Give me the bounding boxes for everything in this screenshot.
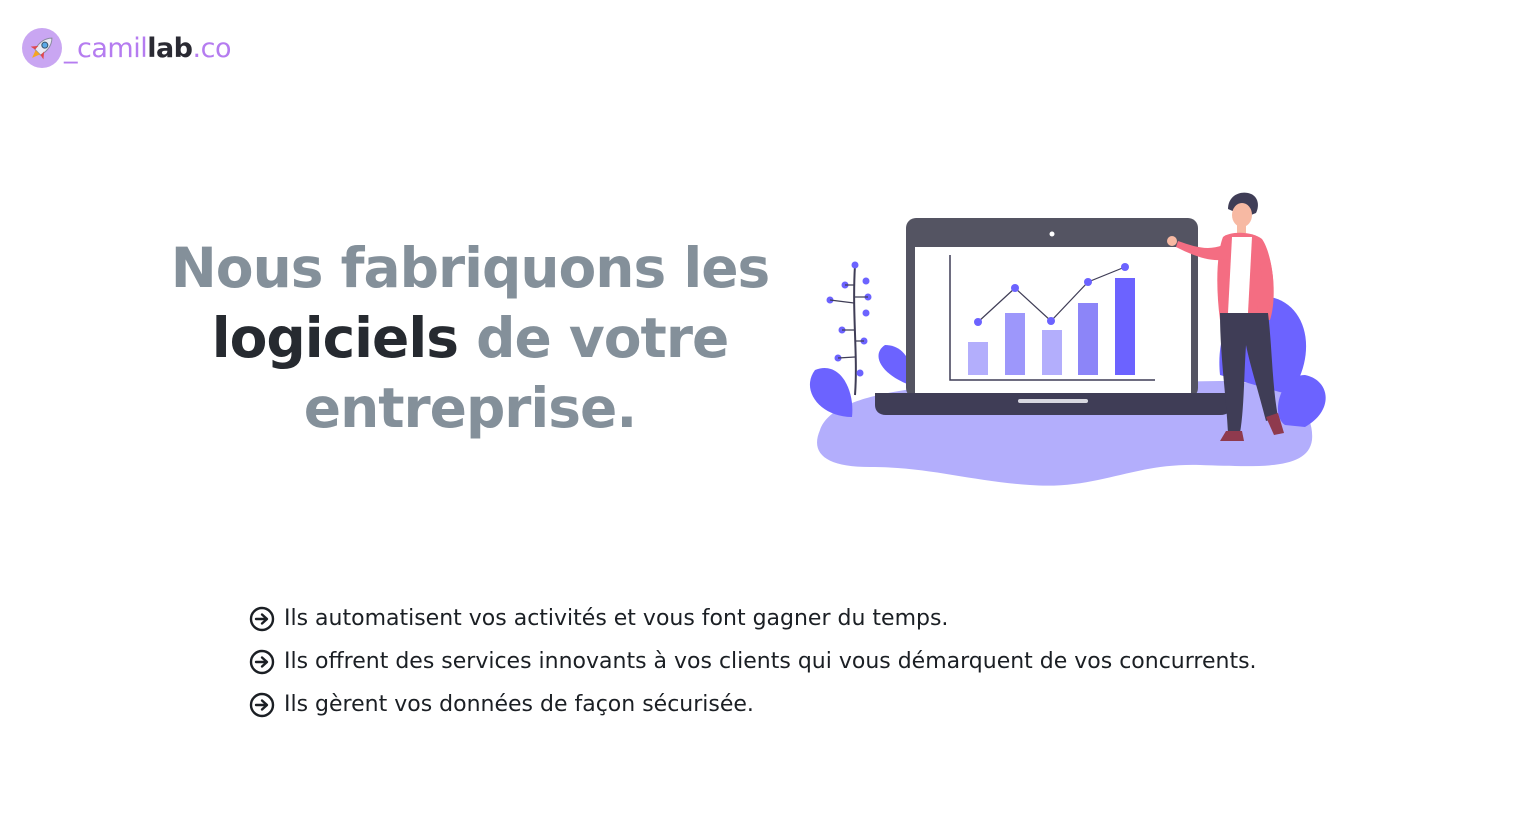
- arrow-right-circle-icon: [249, 649, 275, 674]
- hero-line-3: entreprise.: [303, 376, 637, 440]
- hero-emphasis: logiciels: [211, 306, 459, 370]
- feature-text: Ils automatisent vos activités et vous f…: [284, 606, 949, 631]
- list-item: Ils gèrent vos données de façon sécurisé…: [249, 683, 1257, 726]
- laptop-camera: [1049, 231, 1055, 237]
- feature-list: Ils automatisent vos activités et vous f…: [249, 597, 1257, 726]
- rocket-icon: [22, 28, 62, 68]
- feature-text: Ils offrent des services innovants à vos…: [284, 649, 1257, 674]
- arrow-right-circle-icon: [249, 606, 275, 631]
- hero-line-2: de votre: [457, 306, 729, 370]
- presentation-illustration: [809, 192, 1326, 486]
- plant-buds: [826, 261, 872, 377]
- brand-logo[interactable]: _camillab.co: [22, 27, 231, 69]
- list-item: Ils automatisent vos activités et vous f…: [249, 597, 1257, 640]
- arrow-right-circle-icon: [249, 692, 275, 717]
- brand-part-1: _camil: [64, 32, 148, 64]
- leaf-left: [809, 368, 853, 417]
- feature-text: Ils gèrent vos données de façon sécurisé…: [284, 692, 754, 717]
- hero-illustration: [800, 185, 1340, 499]
- hero-line-1: Nous fabriquons les: [170, 236, 770, 300]
- brand-wordmark: _camillab.co: [64, 33, 231, 64]
- hero-headline: Nous fabriquons les logiciels de votre e…: [170, 233, 770, 443]
- brand-part-3: .co: [192, 32, 232, 64]
- laptop-base: [875, 393, 1232, 415]
- list-item: Ils offrent des services innovants à vos…: [249, 640, 1257, 683]
- brand-part-2: lab: [147, 32, 193, 64]
